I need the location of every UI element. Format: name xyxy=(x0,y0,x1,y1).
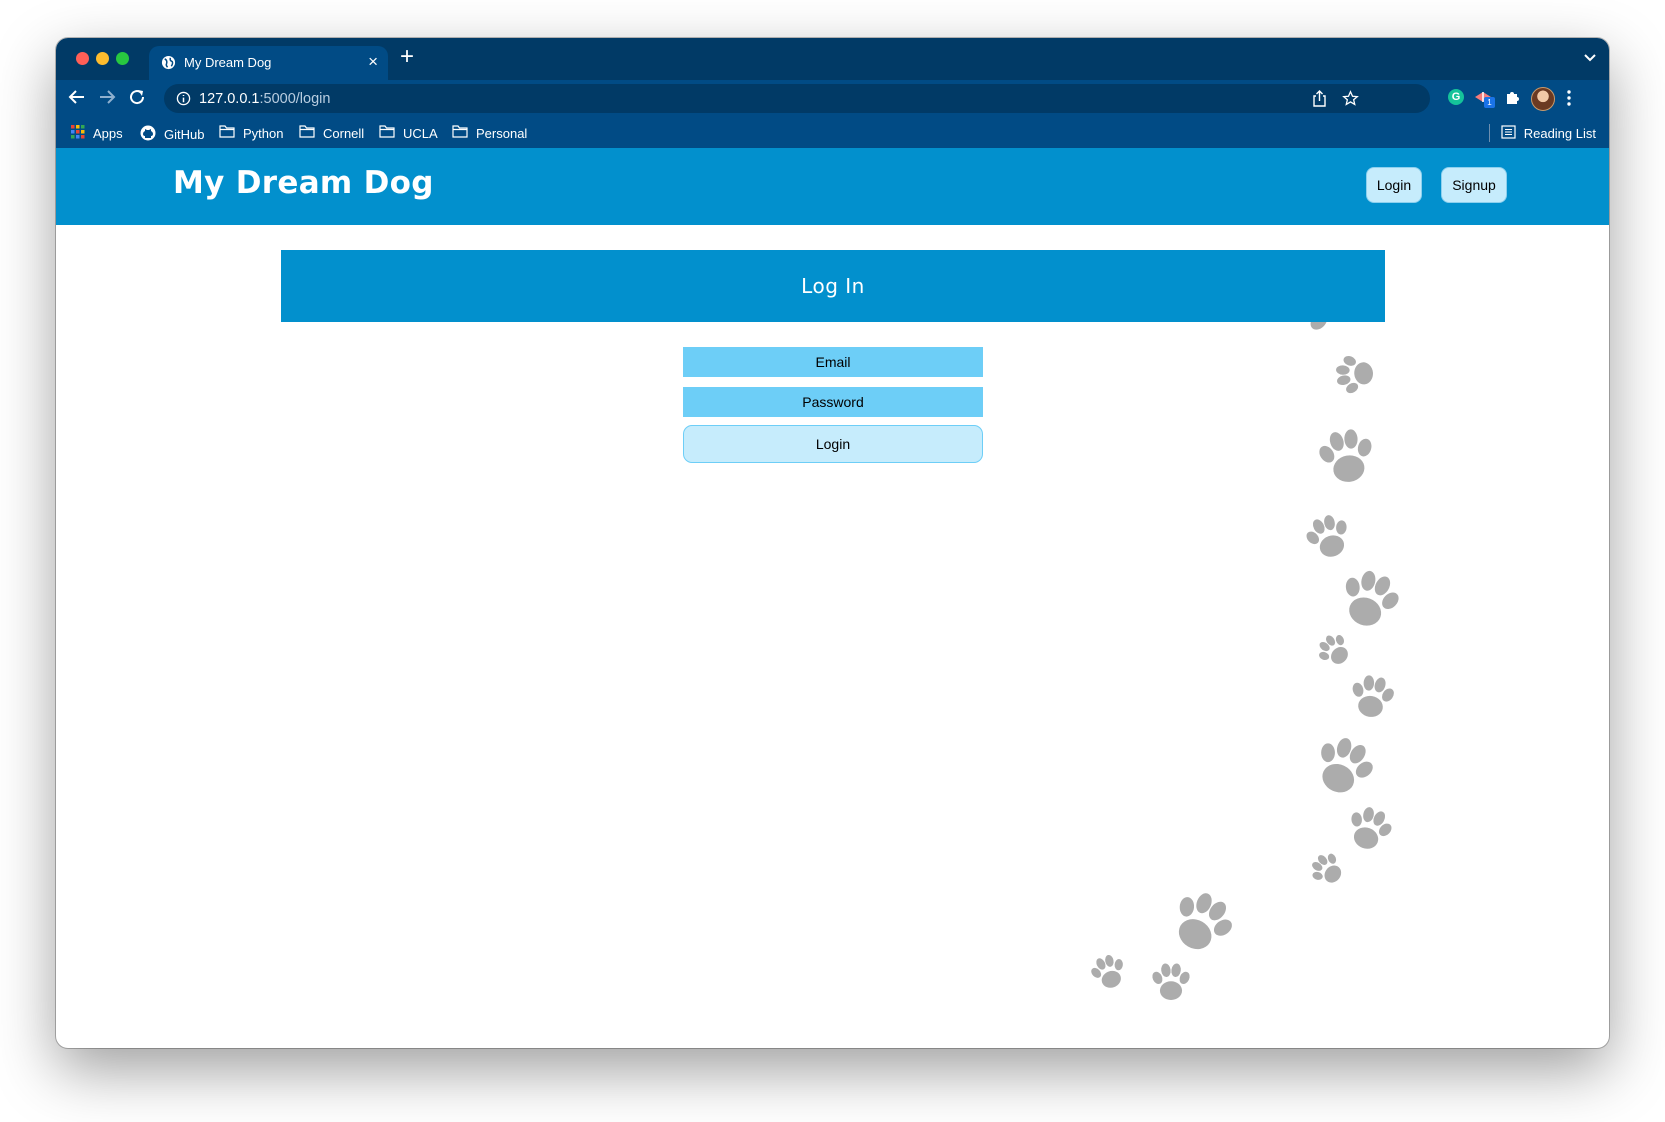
login-heading: Log In xyxy=(281,250,1385,322)
bookmark-apps[interactable]: Apps xyxy=(71,125,123,142)
bookmark-ucla[interactable]: UCLA xyxy=(379,125,438,141)
new-tab-icon[interactable]: + xyxy=(400,45,414,69)
paw-icon xyxy=(1313,424,1380,487)
paw-icon xyxy=(1346,671,1399,721)
folder-icon xyxy=(452,125,468,141)
close-tab-icon[interactable]: × xyxy=(368,52,378,72)
bookmark-label: UCLA xyxy=(403,125,438,141)
avatar[interactable] xyxy=(1531,87,1555,111)
bookmark-label: Python xyxy=(243,125,284,141)
extension-badge: 1 xyxy=(1484,97,1495,108)
header-signup-button[interactable]: Signup xyxy=(1441,167,1507,203)
paw-icon xyxy=(1340,801,1399,856)
browser-tab[interactable]: My Dream Dog × xyxy=(149,46,388,80)
paw-icon xyxy=(1332,562,1408,635)
paw-icon xyxy=(1160,881,1244,963)
header-login-button[interactable]: Login xyxy=(1366,167,1422,203)
kebab-menu-icon[interactable] xyxy=(1567,90,1571,111)
browser-toolbar: 127.0.0.1:5000/login G 1 xyxy=(56,80,1609,118)
minimize-window-button[interactable] xyxy=(96,52,109,65)
bookmark-label: Personal xyxy=(476,125,528,141)
address-bar[interactable]: 127.0.0.1:5000/login xyxy=(164,84,1430,113)
tab-strip: My Dream Dog × + xyxy=(56,38,1609,80)
bookmarks-divider xyxy=(1489,124,1490,142)
chevron-down-icon[interactable] xyxy=(1583,50,1597,69)
reading-list-button[interactable]: Reading List xyxy=(1501,125,1596,142)
bookmark-cornell[interactable]: Cornell xyxy=(299,125,364,141)
email-field[interactable] xyxy=(683,347,983,377)
url-text: 127.0.0.1:5000/login xyxy=(199,91,331,107)
paw-icon xyxy=(1150,962,1192,1000)
folder-icon xyxy=(219,125,235,141)
bookmark-python[interactable]: Python xyxy=(219,125,283,141)
site-title: My Dream Dog xyxy=(173,165,434,201)
reading-list-label: Reading List xyxy=(1523,126,1596,141)
paw-icon xyxy=(1085,950,1132,994)
puzzle-extensions-icon[interactable] xyxy=(1505,89,1521,110)
paw-icon xyxy=(1305,728,1383,804)
grammarly-extension-icon[interactable]: G xyxy=(1448,89,1464,105)
reading-list-icon xyxy=(1501,125,1516,142)
extension-pin-icon[interactable]: 1 xyxy=(1474,89,1495,110)
folder-icon xyxy=(379,125,395,141)
paw-icon xyxy=(1299,509,1358,564)
site-header: My Dream Dog Login Signup xyxy=(56,148,1609,225)
folder-icon xyxy=(299,125,315,141)
paw-icon xyxy=(1304,846,1350,892)
browser-window: My Dream Dog × + 127.0.0.1:5000/login G … xyxy=(56,38,1609,1048)
forward-arrow-icon[interactable] xyxy=(98,88,116,111)
login-submit-button[interactable]: Login xyxy=(683,425,983,463)
bookmarks-bar: Apps GitHub Python Cornell UCLA Personal… xyxy=(56,118,1609,148)
paw-icon xyxy=(1334,352,1375,397)
apps-grid-icon xyxy=(71,125,85,142)
back-arrow-icon[interactable] xyxy=(68,88,86,111)
password-field[interactable] xyxy=(683,387,983,417)
maximize-window-button[interactable] xyxy=(116,52,129,65)
reload-icon[interactable] xyxy=(128,88,146,111)
share-icon[interactable] xyxy=(1312,90,1327,112)
bookmark-label: GitHub xyxy=(164,127,205,142)
github-icon xyxy=(140,125,156,144)
bookmark-github[interactable]: GitHub xyxy=(140,125,204,144)
close-window-button[interactable] xyxy=(76,52,89,65)
bookmark-star-icon[interactable] xyxy=(1342,90,1359,112)
paw-icon xyxy=(1311,627,1357,673)
tab-title: My Dream Dog xyxy=(184,55,272,70)
bookmark-personal[interactable]: Personal xyxy=(452,125,527,141)
bookmark-label: Apps xyxy=(93,126,123,141)
site-info-icon[interactable] xyxy=(176,91,191,111)
globe-icon xyxy=(161,55,176,73)
bookmark-label: Cornell xyxy=(323,125,365,141)
